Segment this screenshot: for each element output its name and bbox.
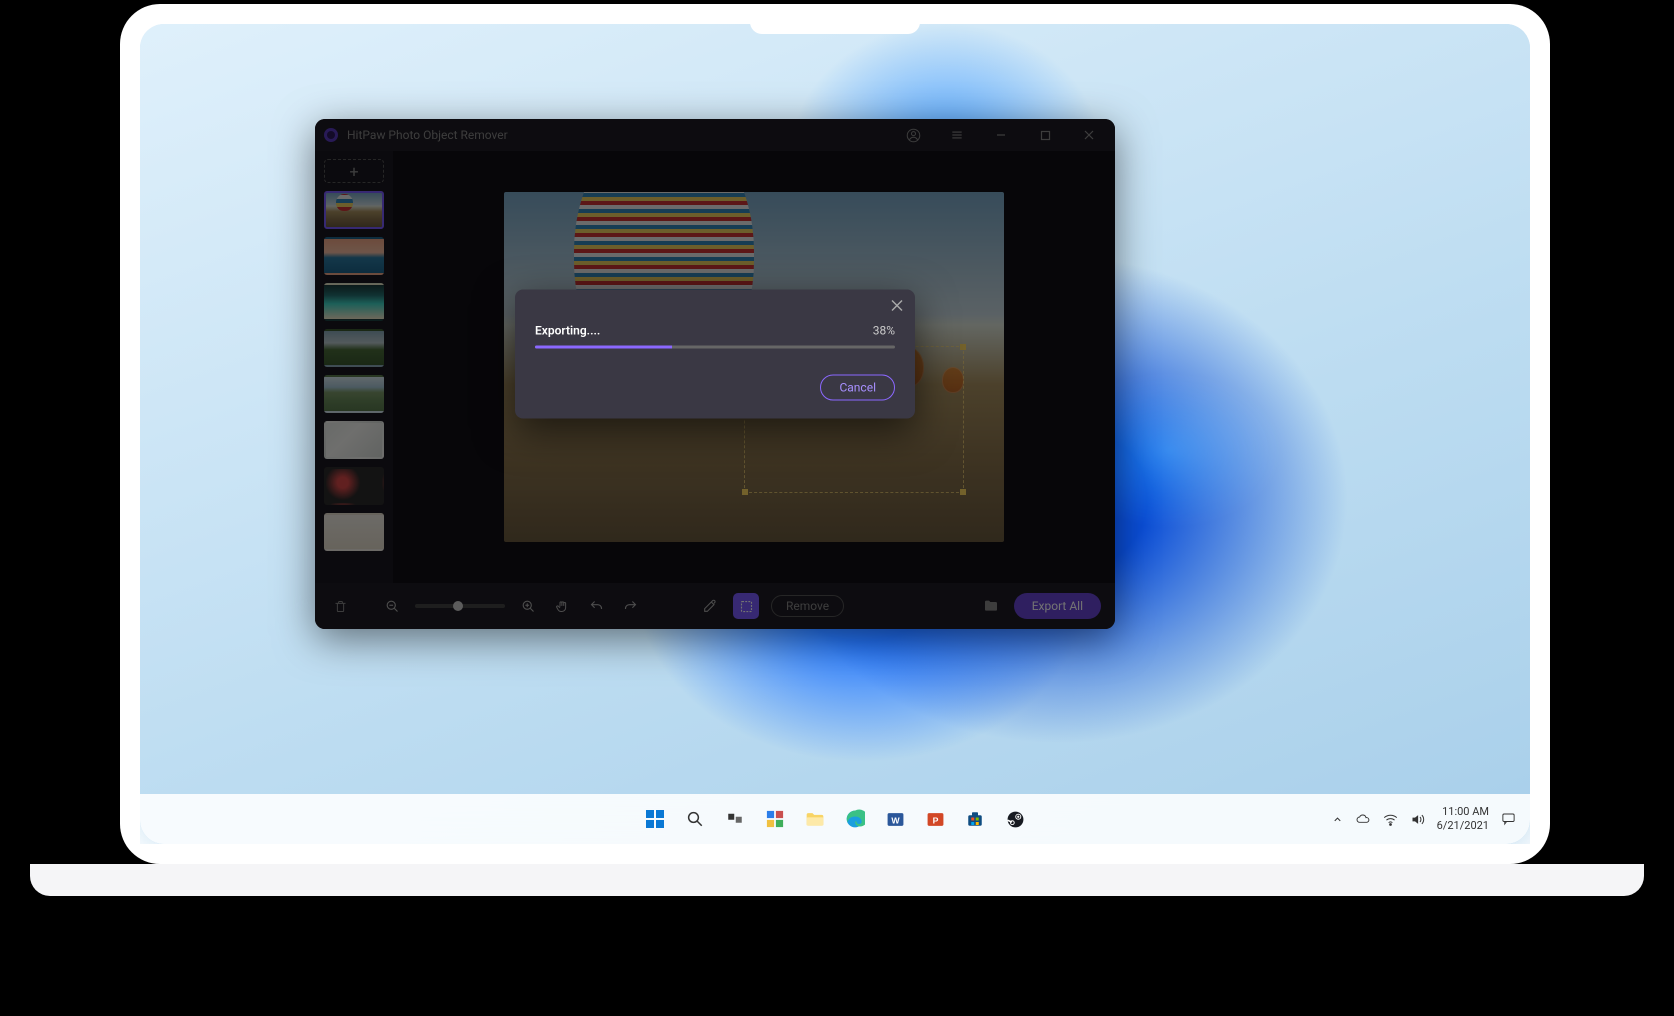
desktop-screen: HitPaw Photo Object Remover [140, 24, 1530, 844]
word-icon[interactable]: W [881, 805, 909, 833]
taskbar-clock[interactable]: 11:00 AM 6/21/2021 [1437, 805, 1489, 833]
zoom-slider-knob[interactable] [453, 601, 463, 611]
task-view-icon[interactable] [721, 805, 749, 833]
svg-text:P: P [932, 815, 938, 825]
add-image-button[interactable]: + [324, 159, 384, 183]
laptop-base [30, 864, 1644, 896]
wifi-icon[interactable] [1383, 813, 1398, 826]
export-status-label: Exporting.... [535, 323, 600, 337]
export-progress-fill [535, 345, 672, 348]
export-all-button[interactable]: Export All [1014, 593, 1101, 619]
zoom-out-icon[interactable] [381, 595, 403, 617]
thumbnail-sidebar: + [315, 151, 393, 583]
remove-button-label: Remove [786, 599, 829, 613]
microsoft-store-icon[interactable] [961, 805, 989, 833]
app-title: HitPaw Photo Object Remover [347, 128, 508, 142]
window-close-button[interactable] [1071, 119, 1107, 151]
volume-icon[interactable] [1410, 813, 1425, 826]
app-window: HitPaw Photo Object Remover [315, 119, 1115, 629]
menu-icon[interactable] [939, 119, 975, 151]
steam-icon[interactable] [1001, 805, 1029, 833]
start-button[interactable] [641, 805, 669, 833]
notification-icon[interactable] [1501, 812, 1516, 826]
thumbnail-5[interactable] [324, 421, 384, 459]
thumbnail-7[interactable] [324, 513, 384, 551]
undo-icon[interactable] [585, 595, 607, 617]
taskbar-date: 6/21/2021 [1437, 819, 1489, 833]
system-tray: 11:00 AM 6/21/2021 [1332, 794, 1516, 844]
account-icon[interactable] [895, 119, 931, 151]
search-icon[interactable] [681, 805, 709, 833]
windows-taskbar: W P [140, 794, 1530, 844]
thumbnail-3[interactable] [324, 329, 384, 367]
app-titlebar: HitPaw Photo Object Remover [315, 119, 1115, 151]
export-all-label: Export All [1032, 599, 1083, 613]
plus-icon: + [349, 162, 358, 181]
thumbnail-0[interactable] [324, 191, 384, 229]
powerpoint-icon[interactable]: P [921, 805, 949, 833]
app-logo-icon [323, 127, 339, 143]
taskbar-center: W P [641, 805, 1029, 833]
brush-tool-icon[interactable] [699, 595, 721, 617]
hand-pan-icon[interactable] [551, 595, 573, 617]
thumbnail-2[interactable] [324, 283, 384, 321]
thumbnail-4[interactable] [324, 375, 384, 413]
thumbnail-1[interactable] [324, 237, 384, 275]
export-dialog: Exporting.... 38% Cancel [515, 289, 915, 418]
remove-button[interactable]: Remove [771, 595, 844, 617]
zoom-in-icon[interactable] [517, 595, 539, 617]
thumbnail-6[interactable] [324, 467, 384, 505]
dialog-close-button[interactable] [891, 299, 903, 311]
svg-text:W: W [891, 815, 900, 825]
export-progress-bar [535, 345, 895, 348]
marquee-tool-icon[interactable] [733, 593, 759, 619]
edge-browser-icon[interactable] [841, 805, 869, 833]
bottom-toolbar: Remove Export All [315, 583, 1115, 629]
trash-icon[interactable] [329, 595, 351, 617]
export-percent-label: 38% [873, 323, 895, 337]
laptop-notch [750, 4, 920, 34]
laptop-frame: HitPaw Photo Object Remover [120, 4, 1550, 864]
tray-chevron-icon[interactable] [1332, 814, 1343, 825]
onedrive-icon[interactable] [1355, 813, 1371, 825]
output-folder-icon[interactable] [980, 595, 1002, 617]
zoom-slider[interactable] [415, 604, 505, 608]
file-explorer-icon[interactable] [801, 805, 829, 833]
redo-icon[interactable] [619, 595, 641, 617]
export-cancel-label: Cancel [839, 380, 876, 394]
window-maximize-button[interactable] [1027, 119, 1063, 151]
widgets-icon[interactable] [761, 805, 789, 833]
export-cancel-button[interactable]: Cancel [820, 374, 895, 400]
taskbar-time: 11:00 AM [1437, 805, 1489, 819]
window-minimize-button[interactable] [983, 119, 1019, 151]
